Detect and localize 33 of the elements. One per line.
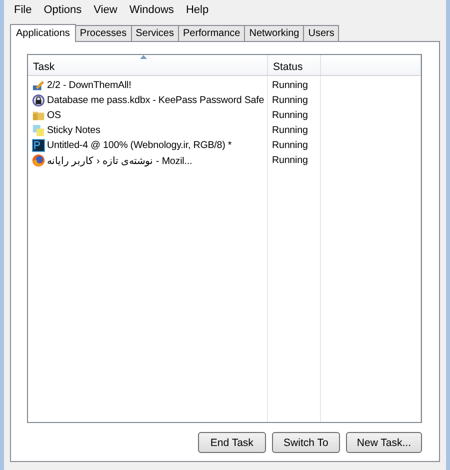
sticky-notes-icon xyxy=(32,124,45,137)
tab[interactable]: Users xyxy=(303,25,340,41)
tab[interactable]: Networking xyxy=(244,25,304,41)
tab[interactable]: Services xyxy=(130,25,179,41)
tab[interactable]: Applications xyxy=(10,24,76,42)
status-cell: Running xyxy=(272,80,308,91)
menu-item[interactable]: Options xyxy=(38,4,88,16)
task-name[interactable]: نوشته‌ی تازه ‹ کاربر رایانه - Mozil... xyxy=(47,154,192,166)
task-name[interactable]: Database me pass.kdbx - KeePass Password Safe xyxy=(47,95,264,106)
status-cell: Running xyxy=(272,140,308,151)
action-button[interactable]: Switch To xyxy=(272,432,340,453)
tab[interactable]: Performance xyxy=(178,25,246,41)
status-cell: Running xyxy=(272,125,308,136)
pencil-icon xyxy=(32,79,45,92)
menu-item[interactable]: View xyxy=(88,4,124,16)
menu-item[interactable]: Windows xyxy=(123,4,180,16)
tab[interactable]: Processes xyxy=(74,25,132,41)
task-name[interactable]: OS xyxy=(47,110,61,121)
status-cell: Running xyxy=(272,110,308,121)
status-cell: Running xyxy=(272,155,308,166)
column-header[interactable]: Task xyxy=(28,55,268,75)
column-header[interactable]: Status xyxy=(268,55,321,75)
action-button[interactable]: End Task xyxy=(198,432,266,453)
action-button[interactable]: New Task... xyxy=(346,432,422,453)
task-name[interactable]: 2/2 - DownThemAll! xyxy=(47,80,132,91)
status-cell: Running xyxy=(272,95,308,106)
task-name[interactable]: Untitled-4 @ 100% (Webnology.ir, RGB/8) * xyxy=(47,140,232,151)
menu-item[interactable]: Help xyxy=(180,4,215,16)
sort-indicator-icon xyxy=(140,55,147,59)
menu-item[interactable]: File xyxy=(8,4,38,16)
lock-icon xyxy=(32,94,45,107)
folder-icon xyxy=(32,109,45,122)
task-name[interactable]: Sticky Notes xyxy=(47,125,100,136)
